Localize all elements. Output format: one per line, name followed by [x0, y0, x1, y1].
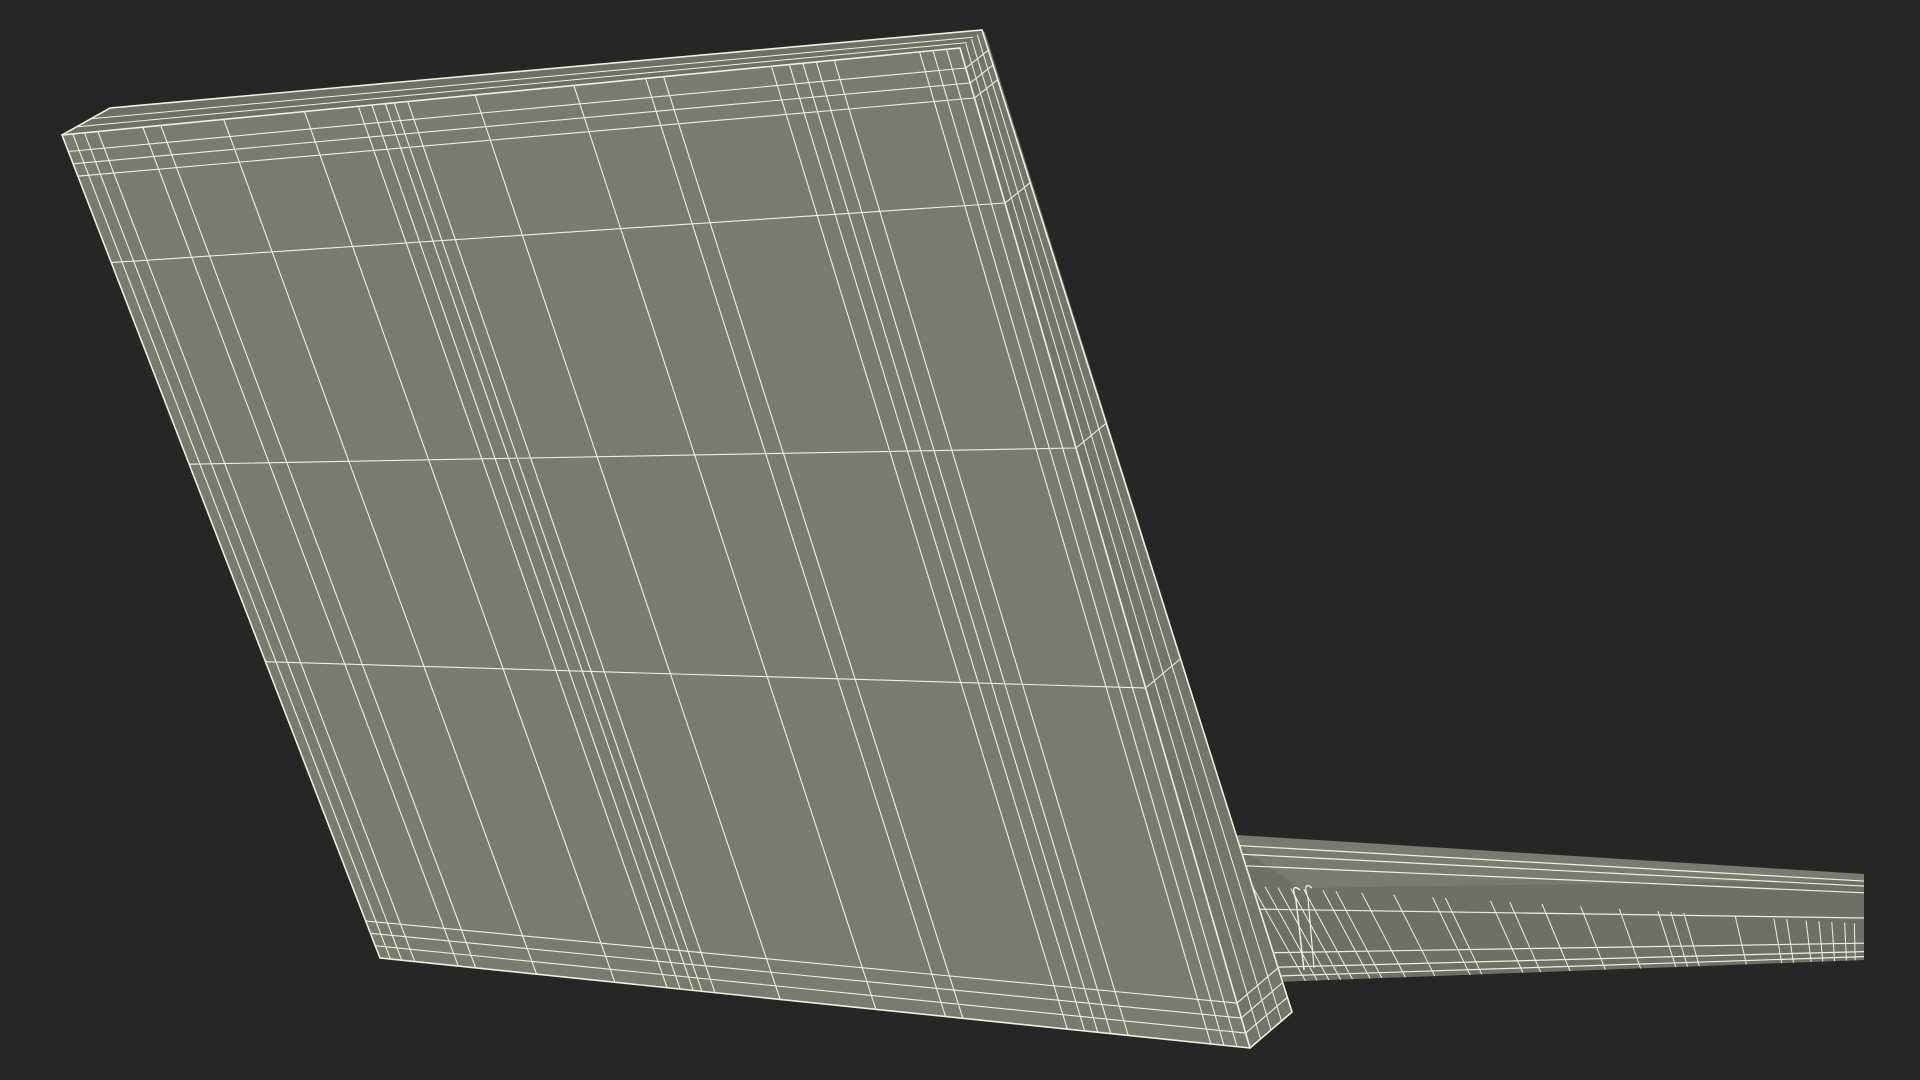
render-viewport: [0, 0, 1920, 1080]
lid-back-face: [62, 48, 1250, 1048]
laptop-base: [1220, 834, 1865, 982]
laptop-wireframe-render: [60, 29, 1865, 1049]
base-top-edge: [1220, 834, 1864, 888]
laptop-lid: [60, 29, 1293, 1049]
